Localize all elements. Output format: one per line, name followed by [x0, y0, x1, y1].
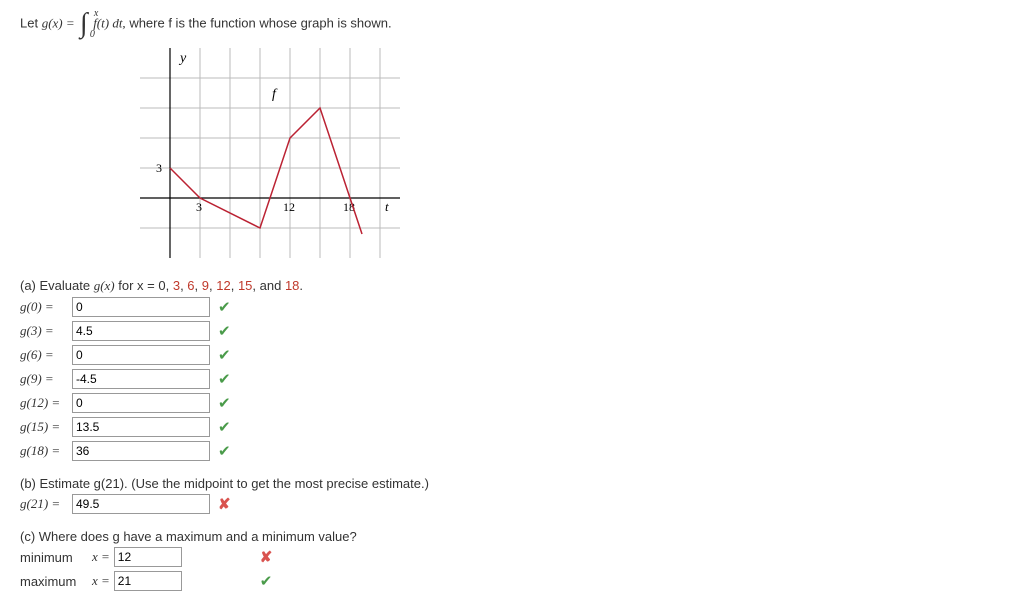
- answer-input[interactable]: [72, 393, 210, 413]
- cross-icon: ✘: [218, 495, 231, 513]
- row-label: g(0) =: [20, 299, 72, 315]
- graph: y f t 3 3 12 18: [140, 48, 1004, 258]
- f-curve: [170, 108, 362, 234]
- answer-input[interactable]: [114, 571, 182, 591]
- answer-row-g0: g(0) = ✔: [20, 296, 1004, 318]
- answer-row-g9: g(9) = ✔: [20, 368, 1004, 390]
- part-b: (b) Estimate g(21). (Use the midpoint to…: [20, 476, 1004, 515]
- check-icon: ✔: [218, 322, 231, 340]
- answer-row-min: minimum x = ✘: [20, 546, 1004, 568]
- answer-row-g12: g(12) = ✔: [20, 392, 1004, 414]
- integral-icon: ∫ x 0: [80, 10, 88, 38]
- row-label: g(21) =: [20, 496, 72, 512]
- answer-input[interactable]: [72, 417, 210, 437]
- check-icon: ✔: [260, 572, 273, 590]
- part-a: (a) Evaluate g(x) for x = 0, 3, 6, 9, 12…: [20, 278, 1004, 462]
- row-label: g(3) =: [20, 323, 72, 339]
- t-axis-label: t: [385, 199, 389, 214]
- answer-input[interactable]: [72, 441, 210, 461]
- problem-statement: Let g(x) = ∫ x 0 f(t) dt, where f is the…: [20, 10, 1004, 38]
- minmax-label: minimum: [20, 550, 92, 565]
- stmt-gx: g(x) =: [42, 15, 78, 30]
- check-icon: ✔: [218, 370, 231, 388]
- answer-row-g21: g(21) = ✘: [20, 493, 1004, 515]
- part-c-prompt: (c) Where does g have a maximum and a mi…: [20, 529, 1004, 544]
- stmt-prefix: Let: [20, 15, 42, 30]
- row-label: g(9) =: [20, 371, 72, 387]
- f-label: f: [272, 87, 278, 102]
- check-icon: ✔: [218, 394, 231, 412]
- answer-input[interactable]: [72, 369, 210, 389]
- answer-row-g18: g(18) = ✔: [20, 440, 1004, 462]
- x-values-list: 0, 3, 6, 9, 12, 15, and 18: [158, 278, 299, 293]
- answer-input[interactable]: [114, 547, 182, 567]
- row-label: g(18) =: [20, 443, 72, 459]
- cross-icon: ✘: [260, 548, 273, 566]
- answer-input[interactable]: [72, 321, 210, 341]
- answer-row-g3: g(3) = ✔: [20, 320, 1004, 342]
- part-c: (c) Where does g have a maximum and a mi…: [20, 529, 1004, 592]
- x-eq: x =: [92, 573, 110, 589]
- answer-row-g15: g(15) = ✔: [20, 416, 1004, 438]
- answer-input[interactable]: [72, 494, 210, 514]
- answer-row-g6: g(6) = ✔: [20, 344, 1004, 366]
- row-label: g(15) =: [20, 419, 72, 435]
- check-icon: ✔: [218, 346, 231, 364]
- answer-input[interactable]: [72, 345, 210, 365]
- y-tick-3: 3: [156, 161, 162, 175]
- x-eq: x =: [92, 549, 110, 565]
- stmt-suffix: where f is the function whose graph is s…: [129, 15, 391, 30]
- x-tick-3: 3: [196, 200, 202, 214]
- check-icon: ✔: [218, 418, 231, 436]
- answer-input[interactable]: [72, 297, 210, 317]
- check-icon: ✔: [218, 442, 231, 460]
- check-icon: ✔: [218, 298, 231, 316]
- row-label: g(6) =: [20, 347, 72, 363]
- part-a-prompt: (a) Evaluate g(x) for x = 0, 3, 6, 9, 12…: [20, 278, 1004, 294]
- row-label: g(12) =: [20, 395, 72, 411]
- part-b-prompt: (b) Estimate g(21). (Use the midpoint to…: [20, 476, 1004, 491]
- x-tick-12: 12: [283, 200, 295, 214]
- answer-row-max: maximum x = ✔: [20, 570, 1004, 592]
- y-axis-label: y: [178, 51, 187, 66]
